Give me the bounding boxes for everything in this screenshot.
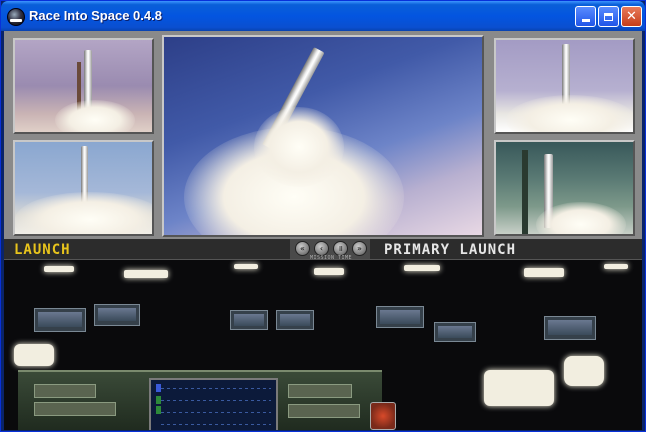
camera-feed-bottom-right (494, 140, 635, 236)
launch-plume (15, 192, 152, 234)
game-viewport[interactable]: LAUNCH « ‹ ॥ » MISSION TIME PRIMARY LAUN… (4, 31, 642, 430)
back-icon[interactable]: ‹ (314, 241, 329, 256)
playback-controls: « ‹ ॥ » MISSION TIME (290, 239, 370, 261)
pause-icon[interactable]: ॥ (333, 241, 348, 256)
ceiling-light (524, 268, 564, 277)
glare (14, 344, 54, 366)
glare (564, 356, 604, 386)
console-display (149, 378, 278, 430)
ceiling-light (44, 266, 74, 272)
launch-plume (55, 100, 135, 132)
minimize-icon (581, 19, 590, 22)
launch-plume (536, 202, 626, 234)
camera-feed-top-right (494, 38, 635, 134)
launch-tower (522, 150, 528, 234)
window-title: Race Into Space 0.4.8 (29, 8, 162, 23)
minimize-button[interactable] (575, 6, 596, 27)
primary-launch-label: PRIMARY LAUNCH (384, 242, 517, 258)
camera-feed-main (162, 35, 484, 237)
console-panel (288, 404, 360, 418)
wall-monitor (276, 310, 314, 330)
wall-monitor (376, 306, 424, 328)
launch-camera-panel: LAUNCH « ‹ ॥ » MISSION TIME PRIMARY LAUN… (4, 31, 642, 261)
app-window: Race Into Space 0.4.8 ✕ LAUNCH « ‹ ॥ » M… (0, 0, 646, 432)
app-icon[interactable] (7, 8, 25, 26)
rewind-icon[interactable]: « (295, 241, 310, 256)
maximize-icon (604, 12, 613, 21)
console-panel (34, 402, 116, 416)
ceiling-light (234, 264, 258, 269)
ceiling-light (314, 268, 344, 275)
maximize-button[interactable] (598, 6, 619, 27)
title-bar[interactable]: Race Into Space 0.4.8 ✕ (1, 1, 645, 31)
nasa-emblem (370, 402, 396, 430)
launch-plume (254, 107, 344, 187)
wall-monitor (434, 322, 476, 342)
camera-feed-bottom-left (13, 140, 154, 236)
close-button[interactable]: ✕ (621, 6, 642, 27)
ceiling-light (404, 265, 440, 271)
ceiling-light (604, 264, 628, 269)
close-icon: ✕ (626, 9, 637, 24)
launch-plume (506, 95, 633, 132)
wall-monitor (94, 304, 140, 326)
glare (484, 370, 554, 406)
wall-monitor (34, 308, 86, 332)
console-panel (288, 384, 352, 398)
wall-monitor (230, 310, 268, 330)
launch-label: LAUNCH (14, 242, 71, 258)
wall-monitor (544, 316, 596, 340)
forward-icon[interactable]: » (352, 241, 367, 256)
console-panel (34, 384, 96, 398)
mission-control-room (4, 260, 642, 430)
camera-feed-top-left (13, 38, 154, 134)
ceiling-light (124, 270, 168, 278)
